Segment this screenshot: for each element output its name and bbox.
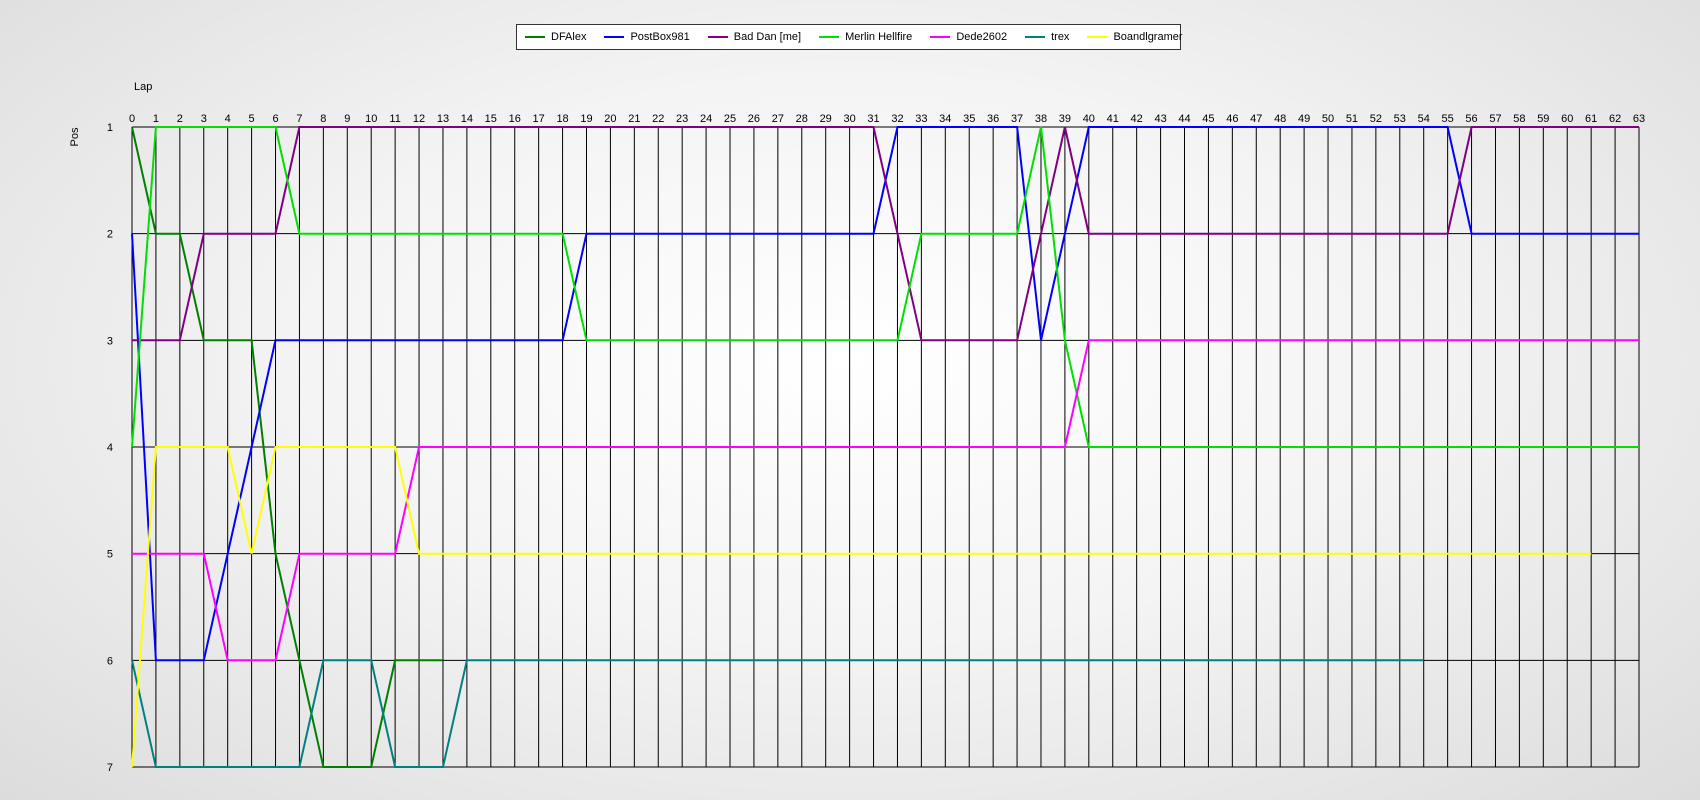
x-tick-label: 25: [724, 113, 736, 125]
x-tick-label: 5: [249, 113, 255, 125]
x-tick-label: 22: [652, 113, 664, 125]
series-lines: [131, 126, 1639, 768]
x-tick-label: 28: [796, 113, 808, 125]
y-tick-label: 4: [107, 442, 113, 454]
x-tick-label: 13: [437, 113, 449, 125]
x-tick-label: 38: [1035, 113, 1047, 125]
x-tick-label: 57: [1489, 113, 1501, 125]
y-axis-label: Pos: [69, 127, 81, 146]
x-tick-label: 48: [1274, 113, 1286, 125]
series-line-merlin-hellfire: [131, 126, 1639, 448]
y-tick-label: 2: [107, 229, 113, 241]
x-tick-label: 63: [1633, 113, 1645, 125]
x-tick-label: 49: [1298, 113, 1310, 125]
x-tick-label: 46: [1226, 113, 1238, 125]
x-tick-label: 40: [1083, 113, 1095, 125]
axes: 0 1 2 3 4 5 6 7 8 9 10 11 12 13 14 15 16 17 18 19 20 21 22 23 24…: [107, 113, 1645, 774]
x-tick-label: 44: [1178, 113, 1190, 125]
series-line-dede2602: [132, 339, 1639, 662]
x-tick-label: 36: [987, 113, 999, 125]
x-tick-label: 30: [843, 113, 855, 125]
x-tick-label: 60: [1561, 113, 1573, 125]
x-tick-label: 9: [344, 113, 350, 125]
y-tick-label: 1: [107, 122, 113, 134]
x-tick-label: 16: [509, 113, 521, 125]
x-tick-label: 10: [365, 113, 377, 125]
x-tick-label: 27: [772, 113, 784, 125]
y-tick-label: 5: [107, 549, 113, 561]
x-tick-label: 17: [533, 113, 545, 125]
x-tick-label: 32: [891, 113, 903, 125]
x-tick-label: 45: [1202, 113, 1214, 125]
x-tick-label: 2: [177, 113, 183, 125]
x-tick-label: 11: [389, 113, 400, 125]
x-tick-label: 7: [296, 113, 302, 125]
series-line-postbox981: [131, 126, 1639, 662]
x-tick-label: 62: [1609, 113, 1621, 125]
x-tick-label: 41: [1107, 113, 1119, 125]
x-tick-label: 47: [1250, 113, 1262, 125]
x-tick-label: 61: [1585, 113, 1597, 125]
y-tick-label: 3: [107, 335, 113, 347]
x-tick-label: 59: [1537, 113, 1549, 125]
x-tick-label: 24: [700, 113, 712, 125]
x-tick-label: 15: [485, 113, 497, 125]
x-tick-label: 56: [1465, 113, 1477, 125]
x-tick-label: 53: [1394, 113, 1406, 125]
x-tick-label: 1: [153, 113, 159, 125]
y-tick-label: 7: [107, 762, 113, 774]
x-tick-label: 42: [1131, 113, 1143, 125]
x-tick-label: 52: [1370, 113, 1382, 125]
x-tick-label: 4: [225, 113, 231, 125]
x-tick-label: 50: [1322, 113, 1334, 125]
x-tick-label: 26: [748, 113, 760, 125]
x-tick-label: 20: [604, 113, 616, 125]
x-tick-label: 39: [1059, 113, 1071, 125]
x-axis-label: Lap: [134, 81, 152, 93]
x-tick-label: 8: [320, 113, 326, 125]
x-tick-label: 37: [1011, 113, 1023, 125]
x-tick-label: 33: [915, 113, 927, 125]
x-tick-label: 18: [556, 113, 568, 125]
x-tick-label: 23: [676, 113, 688, 125]
x-tick-label: 3: [201, 113, 207, 125]
x-tick-label: 21: [628, 113, 640, 125]
x-tick-label: 6: [272, 113, 278, 125]
series-line-boandlgramer: [131, 446, 1592, 768]
x-tick-label: 55: [1442, 113, 1454, 125]
x-tick-label: 54: [1418, 113, 1430, 125]
x-tick-label: 34: [939, 113, 951, 125]
x-tick-label: 51: [1346, 113, 1358, 125]
x-tick-label: 0: [129, 113, 135, 125]
y-tick-label: 6: [107, 655, 113, 667]
x-tick-label: 31: [867, 113, 879, 125]
lap-position-chart: DFAlex PostBox981 Bad Dan [me] Merlin Hellf…: [0, 0, 1700, 800]
chart-plot: 0 1 2 3 4 5 6 7 8 9 10 11 12 13 14 15 16 17 18 19 20 21 22 23 24…: [69, 81, 1645, 774]
x-tick-label: 35: [963, 113, 975, 125]
x-tick-label: 29: [820, 113, 832, 125]
x-tick-label: 14: [461, 113, 473, 125]
x-tick-label: 19: [580, 113, 592, 125]
x-tick-label: 12: [413, 113, 425, 125]
x-tick-label: 43: [1154, 113, 1166, 125]
x-tick-label: 58: [1513, 113, 1525, 125]
